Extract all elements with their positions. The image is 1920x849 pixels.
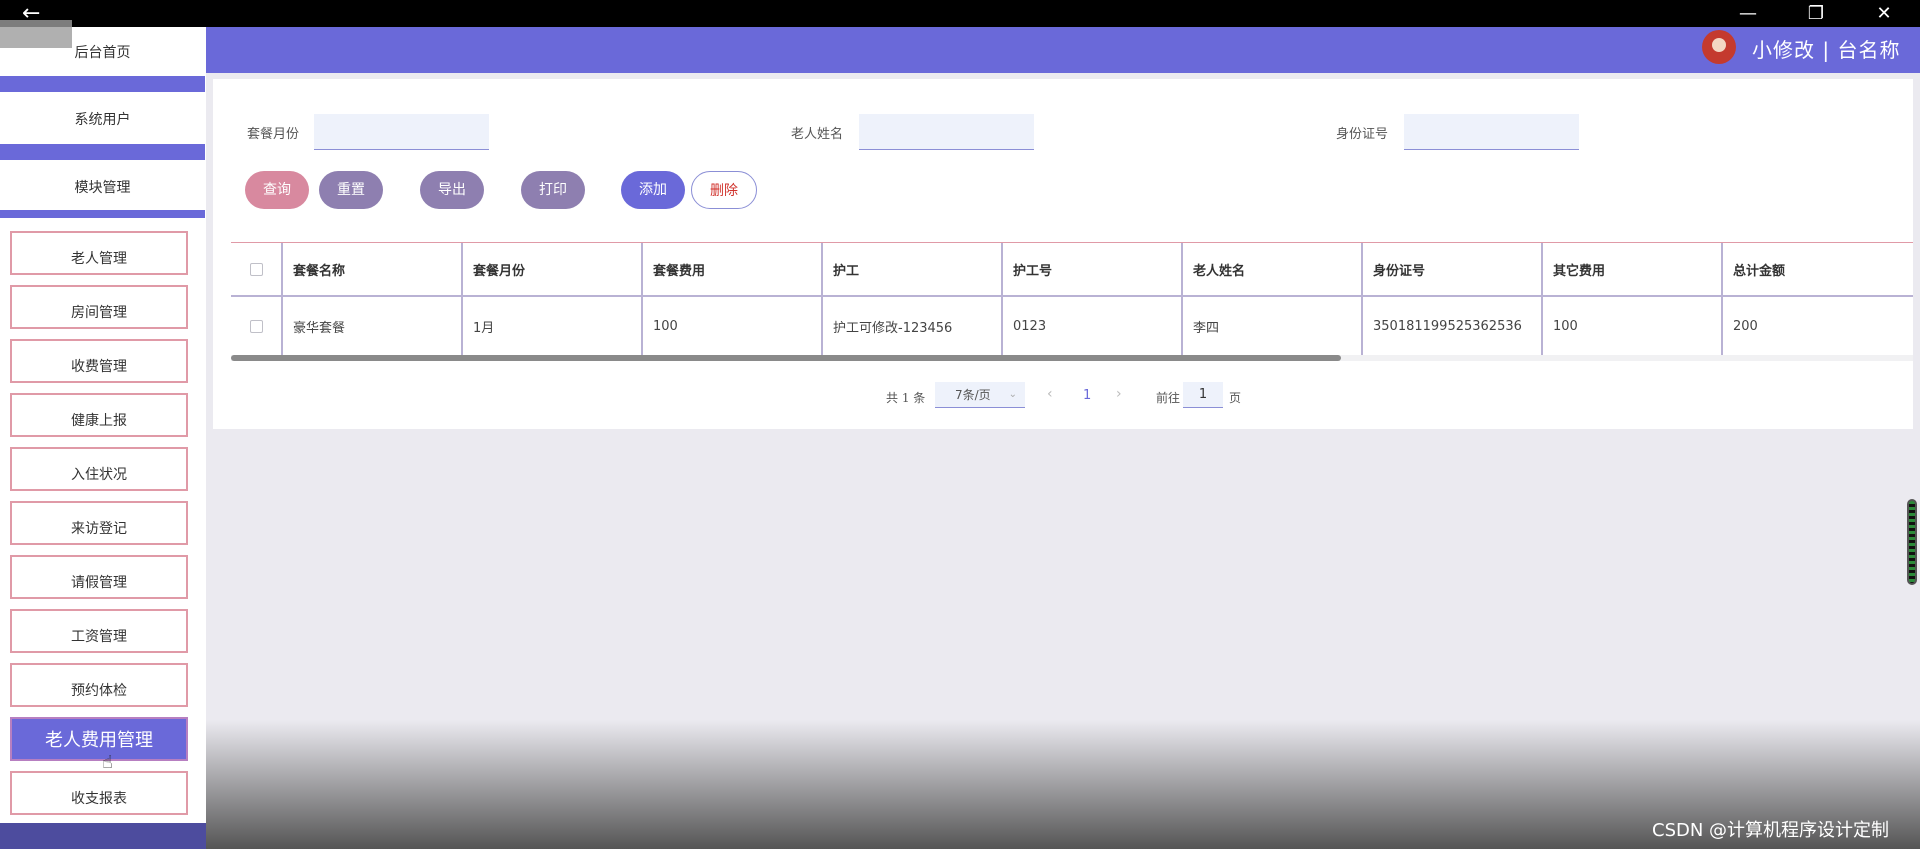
column-header[interactable]: 身份证号 <box>1361 243 1541 295</box>
column-header[interactable]: 套餐费用 <box>641 243 821 295</box>
print-button[interactable]: 打印 <box>521 171 585 209</box>
sidebar-item-elder-fee-management[interactable]: 老人费用管理 <box>10 717 188 761</box>
close-icon[interactable]: ✕ <box>1856 0 1912 27</box>
add-button[interactable]: 添加 <box>621 171 685 209</box>
package-month-label: 套餐月份 <box>247 127 300 142</box>
title-overlay <box>0 20 72 48</box>
hand-cursor-icon: ☝ <box>102 752 113 773</box>
sidebar-divider <box>0 144 205 160</box>
table-row[interactable]: 豪华套餐 1月 100 护工可修改-123456 0123 李四 3501811… <box>231 297 1913 355</box>
table-cell: 100 <box>1541 297 1721 355</box>
table-cell: 0123 <box>1001 297 1181 355</box>
table-cell: 豪华套餐 <box>281 297 461 355</box>
sidebar-item-physical-exam[interactable]: 预约体检 <box>10 663 188 707</box>
table-cell: 护工可修改-123456 <box>821 297 1001 355</box>
window-title-bar: ← — ❐ ✕ <box>0 0 1920 27</box>
restore-icon[interactable]: ❐ <box>1788 0 1844 27</box>
elder-name-label: 老人姓名 <box>791 127 844 142</box>
table-header: 套餐名称 套餐月份 套餐费用 护工 护工号 老人姓名 身份证号 其它费用 总计金… <box>231 243 1913 297</box>
data-table: 套餐名称 套餐月份 套餐费用 护工 护工号 老人姓名 身份证号 其它费用 总计金… <box>231 242 1913 361</box>
vertical-scrollbar-handle[interactable] <box>1907 499 1917 585</box>
elder-name-input[interactable] <box>859 114 1034 150</box>
sidebar-footer <box>0 823 206 849</box>
table-cell: 李四 <box>1181 297 1361 355</box>
minimize-icon[interactable]: — <box>1720 0 1776 27</box>
column-header[interactable]: 老人姓名 <box>1181 243 1361 295</box>
select-all-checkbox[interactable] <box>249 262 263 276</box>
sidebar-item-checkin-status[interactable]: 入住状况 <box>10 447 188 491</box>
sidebar-divider <box>0 210 205 218</box>
top-header <box>206 27 1920 73</box>
export-button[interactable]: 导出 <box>420 171 484 209</box>
sidebar-item-elder-management[interactable]: 老人管理 <box>10 231 188 275</box>
id-card-label: 身份证号 <box>1336 127 1389 142</box>
sidebar-item-income-expense-report[interactable]: 收支报表 <box>10 771 188 815</box>
prev-page-icon[interactable]: ‹ <box>1047 386 1053 402</box>
sidebar: 后台首页 系统用户 模块管理 老人管理 房间管理 收费管理 健康上报 入住状况 … <box>0 27 206 849</box>
sidebar-item-leave-management[interactable]: 请假管理 <box>10 555 188 599</box>
sidebar-item-room-management[interactable]: 房间管理 <box>10 285 188 329</box>
horizontal-scrollbar[interactable] <box>231 355 1913 361</box>
column-header[interactable]: 其它费用 <box>1541 243 1721 295</box>
column-header[interactable]: 套餐名称 <box>281 243 461 295</box>
sidebar-item-system-users[interactable]: 系统用户 <box>0 94 205 146</box>
column-header[interactable]: 护工 <box>821 243 1001 295</box>
page-size-select[interactable]: 7条/页 ⌄ <box>935 382 1025 408</box>
header-title: 小修改 | 台名称 <box>1752 38 1901 62</box>
watermark: CSDN @计算机程序设计定制 <box>1652 820 1890 841</box>
next-page-icon[interactable]: › <box>1116 386 1122 402</box>
table-cell: 350181199525362536 <box>1361 297 1541 355</box>
goto-label: 前往 <box>1156 391 1181 405</box>
goto-page-input[interactable]: 1 <box>1183 382 1223 408</box>
delete-button[interactable]: 删除 <box>691 171 757 209</box>
avatar[interactable] <box>1702 30 1736 64</box>
package-month-input[interactable] <box>314 114 489 150</box>
chevron-down-icon: ⌄ <box>1008 389 1017 400</box>
horizontal-scrollbar-thumb[interactable] <box>231 355 1341 361</box>
main-panel: 套餐月份 老人姓名 身份证号 查询 重置 导出 打印 添加 删除 套餐名称 套餐… <box>213 79 1913 429</box>
reset-button[interactable]: 重置 <box>319 171 383 209</box>
id-card-input[interactable] <box>1404 114 1579 150</box>
page-size-value: 7条/页 <box>955 388 991 402</box>
column-header[interactable]: 套餐月份 <box>461 243 641 295</box>
table-cell: 200 <box>1721 297 1893 355</box>
sidebar-item-health-report[interactable]: 健康上报 <box>10 393 188 437</box>
column-header[interactable]: 护工号 <box>1001 243 1181 295</box>
row-select-cell <box>231 297 281 355</box>
table-cell: 100 <box>641 297 821 355</box>
sidebar-item-visitor-register[interactable]: 来访登记 <box>10 501 188 545</box>
sidebar-item-salary-management[interactable]: 工资管理 <box>10 609 188 653</box>
sidebar-item-module-management[interactable]: 模块管理 <box>0 162 205 214</box>
table-cell: 1月 <box>461 297 641 355</box>
row-checkbox[interactable] <box>249 319 263 333</box>
select-all-cell <box>231 243 281 295</box>
page-unit-label: 页 <box>1229 391 1242 405</box>
query-button[interactable]: 查询 <box>245 171 309 209</box>
sidebar-divider <box>0 76 205 92</box>
pager-total: 共 1 条 <box>886 391 926 405</box>
sidebar-item-fee-management[interactable]: 收费管理 <box>10 339 188 383</box>
column-header[interactable]: 总计金额 <box>1721 243 1893 295</box>
page-number[interactable]: 1 <box>1083 388 1091 403</box>
